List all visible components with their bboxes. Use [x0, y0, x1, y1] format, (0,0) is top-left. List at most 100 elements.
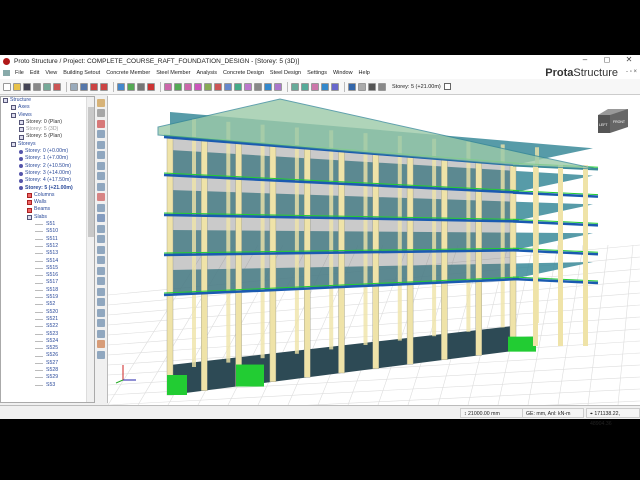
- menu-steel-member[interactable]: Steel Member: [156, 70, 190, 76]
- toolbar-button-icon[interactable]: [70, 82, 78, 91]
- view-tool-icon[interactable]: [97, 224, 105, 233]
- tree-item[interactable]: Storey: 5 (+21.00m): [1, 185, 94, 192]
- view-tool-icon[interactable]: [97, 287, 105, 296]
- tree-item[interactable]: S512: [1, 243, 94, 250]
- toolbar-button-icon[interactable]: [301, 82, 309, 91]
- toolbar-button-icon[interactable]: [184, 82, 192, 91]
- view-tool-icon[interactable]: [97, 298, 105, 306]
- toolbar-button-icon[interactable]: [164, 82, 172, 91]
- view-tool-icon[interactable]: [97, 350, 105, 359]
- view-tool-icon[interactable]: [97, 329, 105, 338]
- toolbar-button-icon[interactable]: [348, 82, 356, 91]
- view-tool-icon[interactable]: [97, 214, 105, 222]
- toolbar-button-icon[interactable]: [174, 82, 182, 91]
- menu-analysis[interactable]: Analysis: [196, 70, 216, 76]
- tree-item[interactable]: Storey: 1 (+7.00m): [1, 155, 94, 162]
- toolbar-button-icon[interactable]: [137, 82, 145, 91]
- tree-item[interactable]: Storey: 5 (3D): [1, 126, 94, 133]
- toolbar-button-icon[interactable]: [244, 82, 252, 91]
- tree-item[interactable]: S524: [1, 338, 94, 345]
- toolbar-button-icon[interactable]: [358, 82, 366, 91]
- tree-item[interactable]: S52: [1, 301, 94, 308]
- tree-item[interactable]: S522: [1, 323, 94, 330]
- tree-item[interactable]: S523: [1, 331, 94, 338]
- tree-item[interactable]: S518: [1, 287, 94, 294]
- view-tool-icon[interactable]: [97, 161, 105, 170]
- dropdown-icon[interactable]: [443, 83, 451, 90]
- tree-item[interactable]: Storey: 3 (+14.00m): [1, 170, 94, 177]
- toolbar-button-icon[interactable]: [147, 82, 155, 91]
- menu-concrete-design[interactable]: Concrete Design: [223, 70, 264, 76]
- view-tool-icon[interactable]: [97, 172, 105, 180]
- tree-item[interactable]: Storey: 5 (Plan): [1, 133, 94, 140]
- menu-steel-design[interactable]: Steel Design: [270, 70, 301, 76]
- toolbar-button-icon[interactable]: [33, 82, 41, 91]
- tree-item[interactable]: Columns: [1, 192, 94, 199]
- tree-item[interactable]: S528: [1, 367, 94, 374]
- tree-item[interactable]: Storey: 2 (+10.50m): [1, 163, 94, 170]
- toolbar-button-icon[interactable]: [117, 82, 125, 91]
- tree-item[interactable]: Storey: 0 (Plan): [1, 119, 94, 126]
- tree-item[interactable]: S520: [1, 309, 94, 316]
- view-tool-icon[interactable]: [97, 340, 105, 348]
- maximize-button[interactable]: ◻: [596, 55, 618, 64]
- menu-file[interactable]: File: [15, 70, 24, 76]
- tree-item[interactable]: Views: [1, 112, 94, 119]
- toolbar-button-icon[interactable]: [127, 82, 135, 91]
- tree-scrollbar[interactable]: [86, 97, 94, 402]
- view-tool-icon[interactable]: [97, 308, 105, 317]
- tree-item[interactable]: S510: [1, 228, 94, 235]
- toolbar-button-icon[interactable]: [368, 82, 376, 91]
- tree-item[interactable]: S513: [1, 250, 94, 257]
- toolbar-button-icon[interactable]: [90, 82, 98, 91]
- view-tool-icon[interactable]: [97, 277, 105, 285]
- toolbar-button-icon[interactable]: [13, 82, 21, 91]
- tree-item[interactable]: S511: [1, 236, 94, 243]
- storey-selector[interactable]: Storey: 5 (+21.00m): [392, 83, 451, 90]
- toolbar-button-icon[interactable]: [378, 82, 386, 91]
- tree-item[interactable]: S51: [1, 221, 94, 228]
- tree-item[interactable]: Walls: [1, 199, 94, 206]
- tree-item[interactable]: S519: [1, 294, 94, 301]
- building-3d-model[interactable]: LEFT FRONT: [107, 95, 640, 426]
- toolbar-button-icon[interactable]: [234, 82, 242, 91]
- menu-help[interactable]: Help: [359, 70, 370, 76]
- menu-settings[interactable]: Settings: [307, 70, 327, 76]
- tree-item[interactable]: S521: [1, 316, 94, 323]
- tree-item[interactable]: S516: [1, 272, 94, 279]
- tree-item[interactable]: Storey: 0 (+0.00m): [1, 148, 94, 155]
- document-window-controls[interactable]: - ▫ ×: [626, 69, 637, 75]
- menu-concrete-member[interactable]: Concrete Member: [106, 70, 150, 76]
- tree-item[interactable]: Storeys: [1, 141, 94, 148]
- 3d-viewport[interactable]: LEFT FRONT: [107, 95, 640, 426]
- toolbar-button-icon[interactable]: [100, 82, 108, 91]
- toolbar-button-icon[interactable]: [224, 82, 232, 91]
- toolbar-button-icon[interactable]: [264, 82, 272, 91]
- tree-item[interactable]: S514: [1, 258, 94, 265]
- toolbar-button-icon[interactable]: [321, 82, 329, 91]
- tree-item[interactable]: Storey: 4 (+17.50m): [1, 177, 94, 184]
- view-tool-icon[interactable]: [97, 266, 105, 275]
- tree-item[interactable]: S529: [1, 374, 94, 381]
- tree-item[interactable]: S527: [1, 360, 94, 367]
- toolbar-button-icon[interactable]: [3, 82, 11, 91]
- menu-building-setout[interactable]: Building Setout: [63, 70, 100, 76]
- view-tool-icon[interactable]: [97, 245, 105, 254]
- view-tool-icon[interactable]: [97, 109, 105, 117]
- toolbar-button-icon[interactable]: [254, 82, 262, 91]
- tree-item[interactable]: S517: [1, 279, 94, 286]
- tree-item[interactable]: Beams: [1, 206, 94, 213]
- view-tool-icon[interactable]: [97, 151, 105, 159]
- menu-view[interactable]: View: [45, 70, 57, 76]
- tree-item[interactable]: Axes: [1, 104, 94, 111]
- tree-item[interactable]: S525: [1, 345, 94, 352]
- view-tool-icon[interactable]: [97, 98, 105, 107]
- tree-item[interactable]: Slabs: [1, 214, 94, 221]
- toolbar-button-icon[interactable]: [80, 82, 88, 91]
- toolbar-button-icon[interactable]: [204, 82, 212, 91]
- document-menu-icon[interactable]: [3, 70, 10, 76]
- tree-item[interactable]: S526: [1, 352, 94, 359]
- minimize-button[interactable]: –: [574, 55, 596, 64]
- toolbar-button-icon[interactable]: [311, 82, 319, 91]
- view-tool-icon[interactable]: [97, 193, 105, 201]
